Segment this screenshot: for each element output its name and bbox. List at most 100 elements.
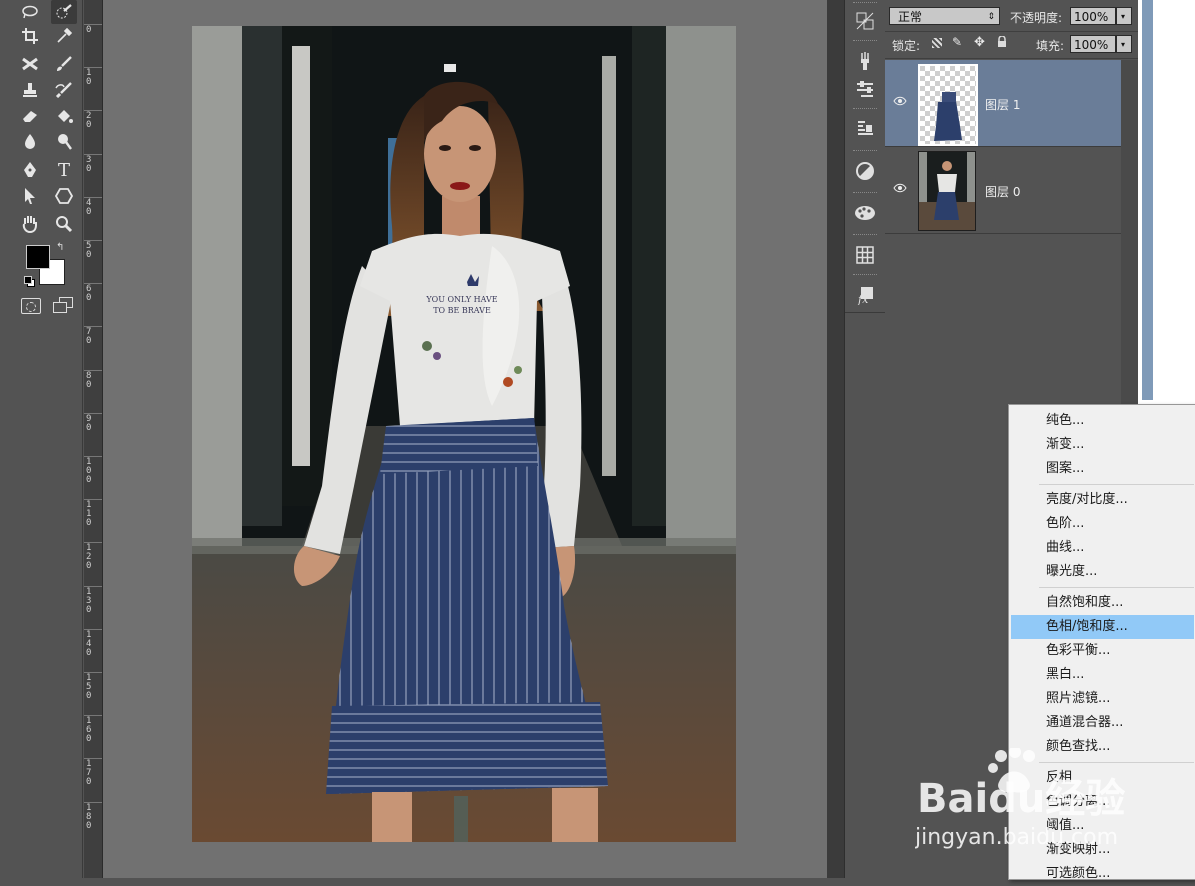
menu-item[interactable]: 可选颜色...	[1011, 862, 1194, 886]
ruler-tick-label: 2 0	[86, 111, 92, 131]
crop-icon[interactable]	[17, 24, 43, 48]
ruler-tick-label: 1 1 0	[86, 500, 92, 529]
svg-text:fx: fx	[857, 293, 869, 305]
ruler-tick-label: 1 6 0	[86, 716, 92, 745]
ruler-tick-label: 6 0	[86, 284, 92, 304]
ruler-tick-label: 1 4 0	[86, 629, 92, 658]
character-icon[interactable]	[852, 116, 878, 142]
swatches-icon[interactable]	[852, 8, 878, 34]
ruler-tick-label: 1 5 0	[86, 673, 92, 701]
shape-icon[interactable]	[51, 184, 77, 208]
vertical-ruler: 0 1 0 2 0 3 0 4 0 5 0 6 0 7 0 8 0 9 0 1 0 0 1 1 0 1 …	[84, 0, 103, 878]
document-photo[interactable]: YOU ONLY HAVE TO BE BRAVE	[192, 26, 736, 842]
fill-label: 填充:	[1036, 39, 1065, 53]
styles-icon[interactable]: fx	[852, 282, 878, 308]
adjustments-icon[interactable]	[852, 76, 878, 102]
lock-row: 锁定: ✎ ✥ 填充: 100% ▾	[885, 31, 1138, 59]
default-colors-icon[interactable]	[24, 276, 35, 287]
lock-all-icon[interactable]	[997, 35, 1006, 47]
screen-mode-icon[interactable]	[53, 297, 73, 313]
visibility-eye-icon[interactable]	[893, 183, 907, 195]
lock-transparent-icon[interactable]	[932, 38, 942, 48]
ruler-tick-label: 1 3 0	[86, 586, 92, 615]
type-icon[interactable]: T	[51, 158, 77, 182]
fill-dropdown-icon[interactable]: ▾	[1116, 35, 1132, 53]
layer-row-0[interactable]: 图层 0	[885, 147, 1121, 234]
menu-item[interactable]: 亮度/对比度...	[1011, 488, 1194, 512]
menu-item[interactable]: 反相	[1011, 766, 1194, 790]
menu-item[interactable]: 自然饱和度...	[1011, 591, 1194, 615]
menu-separator	[1039, 484, 1194, 485]
shirt-print-line-2: TO BE BRAVE	[433, 306, 491, 315]
quick-selection-icon[interactable]	[51, 0, 77, 24]
ruler-tick-label: 1 0 0	[86, 457, 92, 485]
lock-position-icon[interactable]: ✥	[974, 35, 985, 50]
layer-thumbnail	[918, 151, 976, 231]
opacity-input[interactable]: 100%	[1070, 7, 1116, 25]
palette-icon[interactable]	[852, 200, 878, 226]
brush-preset-icon[interactable]	[852, 48, 878, 74]
ruler-tick-label: 1 7 0	[86, 759, 92, 788]
ruler-tick-label: 0	[86, 25, 92, 35]
eraser-icon[interactable]	[17, 104, 43, 128]
menu-item[interactable]: 色调分离...	[1011, 790, 1194, 814]
blend-mode-select[interactable]: 正常 ⇕	[889, 7, 1000, 25]
panel-icon-column: fx	[844, 0, 886, 878]
ruler-tick-label: 1 2 0	[86, 543, 92, 572]
lock-label: 锁定:	[892, 39, 921, 53]
menu-item[interactable]: 渐变...	[1011, 433, 1194, 457]
menu-item[interactable]: 通道混合器...	[1011, 711, 1194, 735]
menu-item[interactable]: 曲线...	[1011, 536, 1194, 560]
blur-icon[interactable]	[17, 130, 43, 154]
pen-icon[interactable]	[17, 158, 43, 182]
adjustment-layer-menu: 纯色... 渐变... 图案... 亮度/对比度... 色阶... 曲线... 曝光度...…	[1008, 404, 1195, 881]
menu-item[interactable]: 纯色...	[1011, 409, 1194, 433]
menu-item[interactable]: 渐变映射...	[1011, 838, 1194, 862]
path-selection-icon[interactable]	[17, 184, 43, 208]
quick-mask-icon[interactable]	[21, 298, 41, 314]
panel-divider	[827, 0, 844, 878]
layer-row-1[interactable]: 图层 1	[885, 60, 1121, 147]
blend-row: 正常 ⇕ 不透明度: 100% ▾	[885, 4, 1138, 30]
ruler-tick-label: 8 0	[86, 370, 92, 390]
menu-separator	[1039, 762, 1194, 763]
opacity-label: 不透明度:	[1010, 11, 1063, 25]
stamp-icon[interactable]	[17, 78, 43, 102]
opacity-dropdown-icon[interactable]: ▾	[1116, 7, 1132, 25]
tools-panel: T ↰	[0, 0, 83, 878]
history-brush-icon[interactable]	[51, 78, 77, 102]
grid-icon[interactable]	[852, 242, 878, 268]
fill-value: 100%	[1074, 38, 1109, 52]
menu-separator	[1039, 587, 1194, 588]
lock-pixels-icon[interactable]: ✎	[952, 35, 962, 49]
ruler-tick-label: 3 0	[86, 154, 92, 174]
menu-item[interactable]: 图案...	[1011, 457, 1194, 481]
lasso-icon[interactable]	[17, 0, 43, 24]
layer-name: 图层 1	[985, 98, 1021, 112]
swap-colors-icon[interactable]: ↰	[56, 242, 64, 253]
menu-item[interactable]: 色相/饱和度...	[1011, 615, 1194, 639]
paint-bucket-icon[interactable]	[51, 104, 77, 128]
menu-item[interactable]: 黑白...	[1011, 663, 1194, 687]
menu-item[interactable]: 曝光度...	[1011, 560, 1194, 584]
hand-icon[interactable]	[17, 212, 43, 236]
visibility-eye-icon[interactable]	[893, 96, 907, 108]
menu-item[interactable]: 色阶...	[1011, 512, 1194, 536]
eyedropper-icon[interactable]	[51, 24, 77, 48]
healing-icon[interactable]	[17, 52, 43, 76]
color-icon[interactable]	[852, 158, 878, 184]
zoom-icon[interactable]	[51, 212, 77, 236]
menu-item[interactable]: 色彩平衡...	[1011, 639, 1194, 663]
menu-item[interactable]: 照片滤镜...	[1011, 687, 1194, 711]
brush-icon[interactable]	[51, 52, 77, 76]
select-arrow-icon: ⇕	[987, 12, 995, 22]
ruler-tick-label: 1 0	[86, 68, 92, 88]
shirt-print-line-1: YOU ONLY HAVE	[425, 295, 497, 304]
dodge-icon[interactable]	[51, 130, 77, 154]
opacity-value: 100%	[1074, 10, 1109, 24]
foreground-color-swatch[interactable]	[26, 245, 50, 269]
menu-item[interactable]: 颜色查找...	[1011, 735, 1194, 759]
fill-input[interactable]: 100%	[1070, 35, 1116, 53]
layer-name: 图层 0	[985, 185, 1021, 199]
menu-item[interactable]: 阈值...	[1011, 814, 1194, 838]
